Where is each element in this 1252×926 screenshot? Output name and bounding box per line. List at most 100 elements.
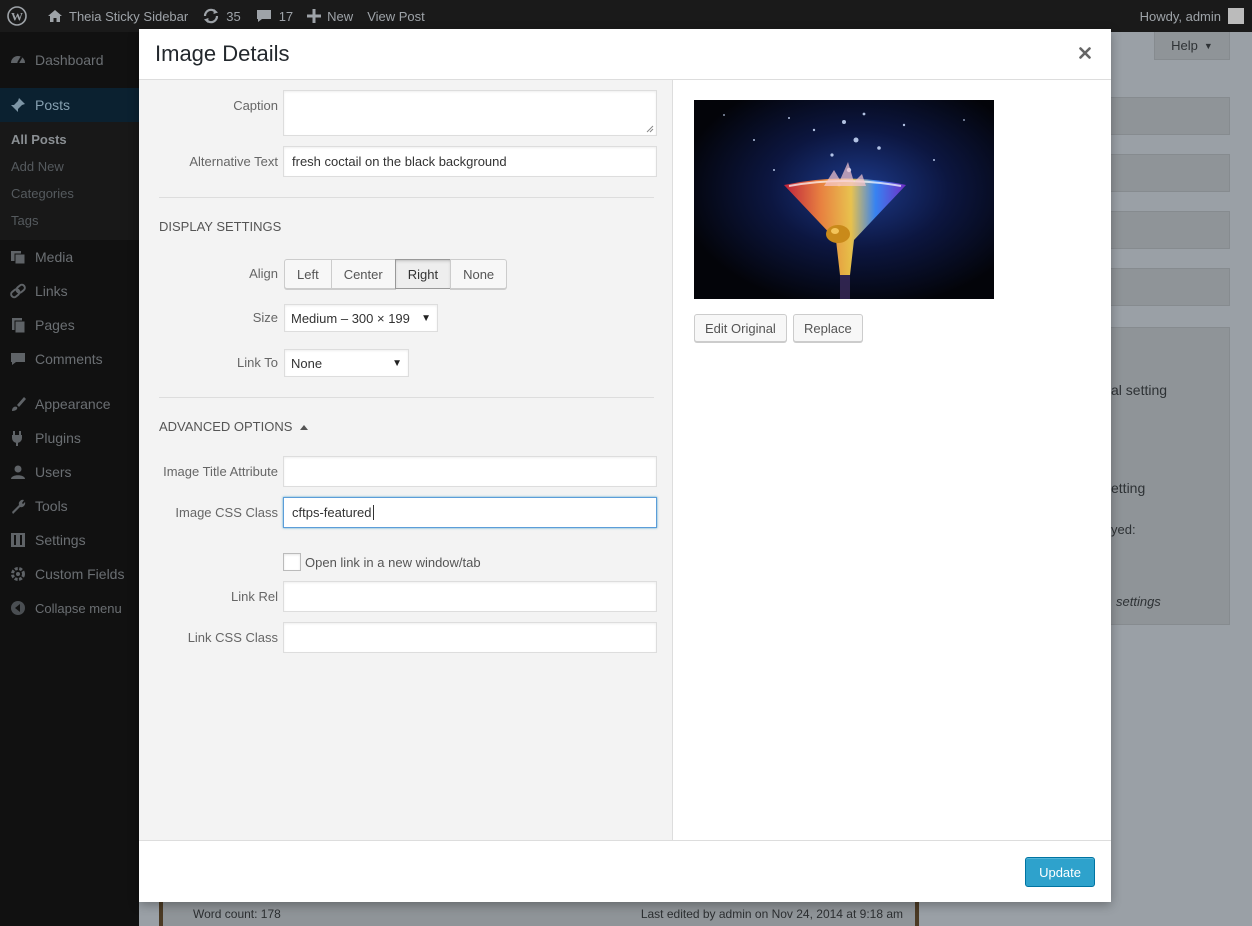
sidebar-item-custom-fields[interactable]: Custom Fields (0, 557, 139, 591)
divider (159, 197, 654, 198)
sidebar-item-links[interactable]: Links (0, 274, 139, 308)
sidebar-item-label: Comments (35, 351, 103, 367)
css-class-value: cftps-featured (292, 505, 372, 520)
sidebar-item-tools[interactable]: Tools (0, 489, 139, 523)
admin-sidebar: Dashboard Posts All Posts Add New Catego… (0, 32, 139, 926)
plugin-icon (9, 429, 27, 447)
edit-original-button[interactable]: Edit Original (694, 314, 787, 342)
background-editor-footer: Word count: 178 Last edited by admin on … (159, 902, 919, 926)
dropdown-arrow-icon: ▼ (392, 358, 402, 369)
sidebar-item-label: Links (35, 283, 68, 299)
link-css-input[interactable] (283, 622, 657, 653)
wordpress-logo[interactable]: W (0, 0, 40, 32)
background-box (1110, 327, 1230, 625)
background-box (1110, 268, 1230, 306)
dashboard-icon (9, 51, 27, 69)
title-attribute-input[interactable] (283, 456, 657, 487)
update-button[interactable]: Update (1025, 857, 1095, 887)
advanced-options-toggle[interactable]: ADVANCED OPTIONS (159, 419, 309, 434)
sidebar-item-plugins[interactable]: Plugins (0, 421, 139, 455)
posts-submenu: All Posts Add New Categories Tags (0, 122, 139, 240)
align-none-button[interactable]: None (450, 259, 508, 289)
background-page-right: Help ▼ al setting etting yed: settings (1110, 32, 1252, 926)
updates-link[interactable]: 35 (195, 0, 247, 32)
sidebar-item-label: Posts (35, 97, 71, 113)
home-icon (48, 10, 62, 22)
link-to-label: Link To (237, 355, 278, 370)
sidebar-item-label: Plugins (35, 430, 81, 446)
image-details-modal: Image Details Caption Alternative Text f… (139, 29, 1111, 902)
last-edited: Last edited by admin on Nov 24, 2014 at … (640, 907, 903, 921)
align-left-button[interactable]: Left (284, 259, 332, 289)
wordpress-icon: W (7, 6, 27, 26)
avatar (1228, 8, 1244, 24)
background-help-tab: Help ▼ (1154, 32, 1230, 60)
display-settings-title: DISPLAY SETTINGS (159, 219, 282, 234)
plus-icon (307, 9, 322, 23)
collapse-label: Collapse menu (35, 600, 122, 616)
background-box (1110, 211, 1230, 249)
alt-text-value: fresh coctail on the black background (292, 154, 507, 169)
comments-link[interactable]: 17 (248, 0, 300, 32)
alt-text-label: Alternative Text (189, 154, 278, 169)
sidebar-item-label: Custom Fields (35, 566, 125, 582)
sidebar-item-label: Appearance (35, 396, 111, 412)
size-label: Size (252, 310, 278, 325)
new-label: New (327, 8, 354, 24)
align-center-button[interactable]: Center (330, 259, 396, 289)
background-setting-text: yed: (1111, 522, 1136, 537)
view-post-link[interactable]: View Post (360, 0, 432, 32)
sidebar-item-pages[interactable]: Pages (0, 308, 139, 342)
sidebar-item-comments[interactable]: Comments (0, 342, 139, 376)
close-button[interactable] (1077, 45, 1093, 61)
align-right-button[interactable]: Right (394, 259, 452, 289)
image-preview-panel: Edit Original Replace (674, 80, 1111, 840)
help-tab-label: Help (1171, 38, 1198, 53)
sidebar-item-settings[interactable]: Settings (0, 523, 139, 557)
caption-textarea[interactable] (283, 90, 657, 136)
replace-button[interactable]: Replace (793, 314, 863, 342)
sidebar-item-label: Settings (35, 532, 86, 548)
divider (159, 397, 654, 398)
gear-icon (9, 565, 27, 583)
new-window-checkbox[interactable] (283, 553, 301, 571)
site-name-link[interactable]: Theia Sticky Sidebar (40, 0, 195, 32)
collapse-icon (9, 599, 27, 617)
submenu-add-new[interactable]: Add New (0, 153, 139, 180)
sidebar-item-appearance[interactable]: Appearance (0, 387, 139, 421)
link-to-select[interactable]: None ▼ (284, 349, 409, 377)
css-class-input[interactable]: cftps-featured (283, 497, 657, 528)
alt-text-input[interactable]: fresh coctail on the black background (283, 146, 657, 177)
sidebar-item-label: Media (35, 249, 74, 265)
submenu-tags[interactable]: Tags (0, 207, 139, 234)
sidebar-item-label: Pages (35, 317, 75, 333)
css-class-label: Image CSS Class (175, 505, 278, 520)
my-account[interactable]: Howdy, admin (1140, 8, 1252, 24)
close-icon (1079, 47, 1091, 59)
collapse-menu-button[interactable]: Collapse menu (0, 591, 139, 625)
size-select[interactable]: Medium – 300 × 199 ▼ (284, 304, 438, 332)
sidebar-item-media[interactable]: Media (0, 240, 139, 274)
sidebar-item-label: Users (35, 464, 72, 480)
view-post-label: View Post (367, 8, 425, 24)
align-button-group: Left Center Right None (284, 259, 508, 289)
background-setting-text: settings (1116, 594, 1161, 609)
caption-label: Caption (233, 98, 278, 113)
sidebar-item-dashboard[interactable]: Dashboard (0, 43, 139, 77)
new-content-link[interactable]: New (300, 0, 360, 32)
resize-grip-icon[interactable] (646, 125, 654, 133)
sidebar-item-users[interactable]: Users (0, 455, 139, 489)
refresh-icon (204, 8, 219, 24)
title-attribute-label: Image Title Attribute (163, 464, 278, 479)
submenu-categories[interactable]: Categories (0, 180, 139, 207)
text-caret (372, 505, 374, 520)
link-rel-input[interactable] (283, 581, 657, 612)
sidebar-item-posts[interactable]: Posts (0, 88, 139, 122)
brush-icon (9, 395, 27, 413)
pages-icon (9, 316, 27, 334)
submenu-all-posts[interactable]: All Posts (0, 126, 139, 153)
link-css-label: Link CSS Class (187, 630, 278, 645)
media-icon (9, 248, 27, 266)
modal-footer: Update (139, 840, 1111, 902)
wrench-icon (9, 497, 27, 515)
